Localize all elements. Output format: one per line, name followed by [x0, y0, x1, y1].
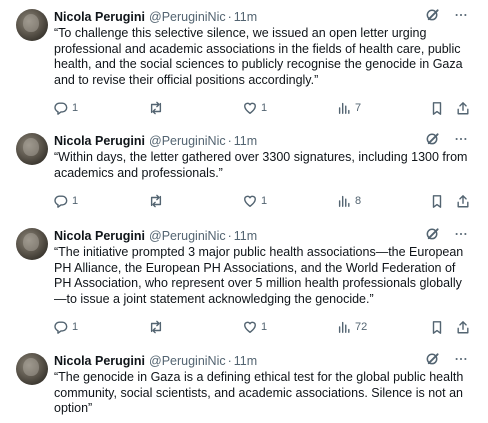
tweet-text-content: “To challenge this selective silence, we…: [54, 26, 463, 87]
tweet-text: “Within days, the letter gathered over 3…: [54, 150, 474, 181]
tweet-actions: 1 1 72: [54, 319, 474, 335]
separator: ·: [227, 229, 232, 243]
author-handle[interactable]: @PeruginiNic: [149, 134, 226, 148]
separator: ·: [227, 10, 232, 24]
tweet-text: “The genocide in Gaza is a defining ethi…: [54, 370, 474, 417]
share-icon: [456, 101, 470, 116]
tweet-text: “The initiative prompted 3 major public …: [54, 245, 474, 307]
bookmark-button[interactable]: [430, 100, 444, 116]
tweet-text-content: “Within days, the letter gathered over 3…: [54, 150, 468, 180]
like-icon: [243, 194, 257, 208]
timestamp[interactable]: 11m: [234, 134, 257, 148]
share-icon: [456, 194, 470, 209]
repost-button[interactable]: [148, 193, 164, 209]
grok-icon[interactable]: [425, 226, 440, 246]
avatar[interactable]: [16, 228, 48, 260]
grok-icon[interactable]: [425, 351, 440, 371]
tweet-actions: 1 1 7: [54, 100, 474, 116]
like-count: 1: [261, 321, 268, 333]
reply-icon: [54, 320, 68, 334]
bookmark-icon: [430, 101, 444, 116]
more-icon[interactable]: [454, 132, 468, 151]
author-handle[interactable]: @PeruginiNic: [149, 354, 226, 368]
reply-button[interactable]: 1: [54, 100, 78, 116]
tweet-text-content: “The genocide in Gaza is a defining ethi…: [54, 370, 464, 415]
avatar[interactable]: [16, 353, 48, 385]
bookmark-icon: [430, 320, 444, 335]
bookmark-button[interactable]: [430, 193, 444, 209]
like-icon: [243, 320, 257, 334]
tweet-text: “To challenge this selective silence, we…: [54, 26, 474, 88]
tweet-text-content: “The initiative prompted 3 major public …: [54, 245, 464, 306]
author-name[interactable]: Nicola Perugini: [54, 229, 145, 243]
reply-count: 1: [72, 102, 79, 114]
reply-button[interactable]: 1: [54, 319, 78, 335]
views-count: 8: [355, 195, 362, 207]
tweet-header: Nicola Perugini @PeruginiNic · 11m: [54, 228, 257, 244]
views-button[interactable]: 8: [337, 193, 361, 209]
views-count: 72: [355, 321, 368, 333]
like-button[interactable]: 1: [243, 319, 267, 335]
avatar[interactable]: [16, 133, 48, 165]
timestamp[interactable]: 11m: [234, 10, 257, 24]
author-name[interactable]: Nicola Perugini: [54, 354, 145, 368]
separator: ·: [227, 354, 232, 368]
reply-icon: [54, 101, 68, 115]
like-count: 1: [261, 195, 268, 207]
more-icon[interactable]: [454, 352, 468, 371]
repost-icon: [148, 320, 164, 334]
like-button[interactable]: 1: [243, 100, 267, 116]
author-name[interactable]: Nicola Perugini: [54, 10, 145, 24]
more-icon[interactable]: [454, 8, 468, 27]
timeline: Nicola Perugini @PeruginiNic · 11m “To chal…: [0, 0, 488, 423]
tweet[interactable]: Nicola Perugini @PeruginiNic · 11m “To chal…: [0, 9, 488, 117]
reply-icon: [54, 194, 68, 208]
tweet[interactable]: Nicola Perugini @PeruginiNic · 11m “The ini…: [0, 228, 488, 336]
tweet-header: Nicola Perugini @PeruginiNic · 11m: [54, 353, 257, 369]
repost-icon: [148, 194, 164, 208]
timestamp[interactable]: 11m: [234, 229, 257, 243]
share-icon: [456, 320, 470, 335]
reply-count: 1: [72, 195, 79, 207]
like-count: 1: [261, 102, 268, 114]
like-icon: [243, 101, 257, 115]
grok-icon[interactable]: [425, 7, 440, 27]
views-icon: [337, 320, 351, 334]
reply-count: 1: [72, 321, 79, 333]
views-count: 7: [355, 102, 362, 114]
tweet-header: Nicola Perugini @PeruginiNic · 11m: [54, 133, 257, 149]
share-button[interactable]: [456, 319, 470, 335]
share-button[interactable]: [456, 100, 470, 116]
grok-icon[interactable]: [425, 131, 440, 151]
repost-icon: [148, 101, 164, 115]
avatar[interactable]: [16, 9, 48, 41]
views-icon: [337, 194, 351, 208]
tweet-actions: 1 1 8: [54, 193, 474, 209]
views-icon: [337, 101, 351, 115]
share-button[interactable]: [456, 193, 470, 209]
repost-button[interactable]: [148, 100, 164, 116]
separator: ·: [227, 134, 232, 148]
views-button[interactable]: 72: [337, 319, 367, 335]
tweet-header: Nicola Perugini @PeruginiNic · 11m: [54, 9, 257, 25]
tweet[interactable]: Nicola Perugini @PeruginiNic · 11m “Within …: [0, 133, 488, 209]
more-icon[interactable]: [454, 227, 468, 246]
bookmark-button[interactable]: [430, 319, 444, 335]
bookmark-icon: [430, 194, 444, 209]
views-button[interactable]: 7: [337, 100, 361, 116]
like-button[interactable]: 1: [243, 193, 267, 209]
timestamp[interactable]: 11m: [234, 354, 257, 368]
author-name[interactable]: Nicola Perugini: [54, 134, 145, 148]
tweet[interactable]: Nicola Perugini @PeruginiNic · 11m “The gen…: [0, 353, 488, 423]
author-handle[interactable]: @PeruginiNic: [149, 10, 226, 24]
reply-button[interactable]: 1: [54, 193, 78, 209]
author-handle[interactable]: @PeruginiNic: [149, 229, 226, 243]
repost-button[interactable]: [148, 319, 164, 335]
